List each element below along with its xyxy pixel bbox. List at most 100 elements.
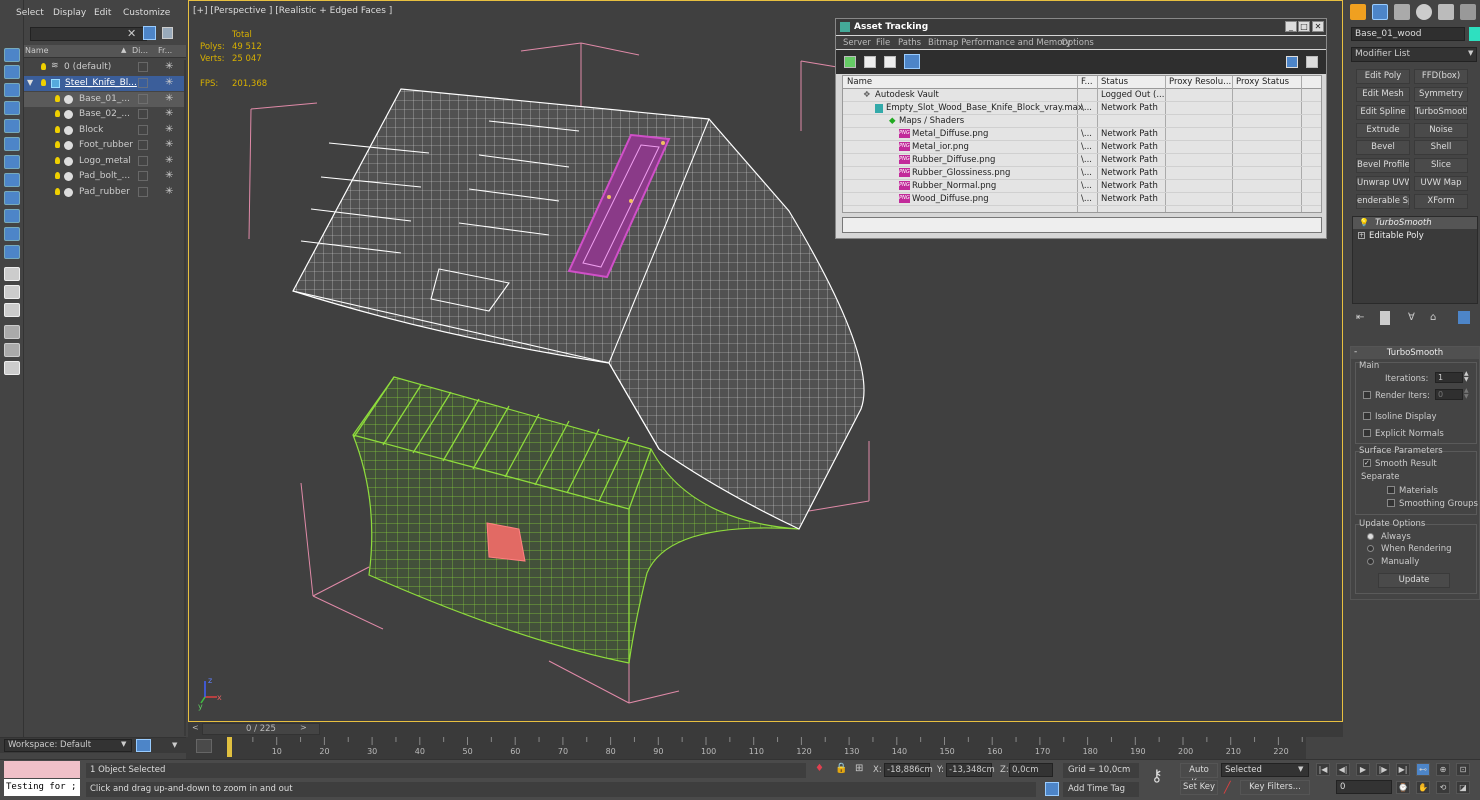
show-end-result-icon[interactable]	[1380, 311, 1390, 325]
update-button[interactable]: Update	[1378, 573, 1450, 588]
manually-radio[interactable]	[1367, 558, 1374, 565]
menu-customize[interactable]: Customize	[123, 8, 170, 18]
display-box-icon[interactable]	[138, 187, 148, 197]
z-coordinate-field[interactable]: 0,0cm	[1009, 763, 1053, 777]
table-view-icon[interactable]	[904, 54, 920, 69]
asset-row[interactable]: PNG Metal_ior.png \... Network Path	[843, 141, 1321, 154]
light-bulb-icon[interactable]	[55, 95, 60, 102]
column-proxy-status[interactable]: Proxy Status	[1236, 77, 1289, 87]
when-rendering-radio[interactable]	[1367, 545, 1374, 552]
column-freeze[interactable]: Fr...	[158, 46, 172, 55]
invert-display-icon[interactable]	[4, 303, 20, 317]
mini-curve-editor-icon[interactable]	[196, 739, 212, 753]
light-bulb-icon[interactable]	[55, 126, 60, 133]
display-box-icon[interactable]	[138, 171, 148, 181]
motion-tab-icon[interactable]	[1416, 4, 1432, 20]
asset-path-field[interactable]	[842, 217, 1322, 233]
track-bar[interactable]: 0102030405060708090100110120130140150160…	[186, 737, 1306, 759]
set-key-button[interactable]: Set Key	[1180, 780, 1218, 795]
object-row[interactable]: Block ✳	[24, 123, 186, 138]
stack-item-turbosmooth[interactable]: TurboSmooth	[1353, 217, 1477, 229]
display-box-icon[interactable]	[138, 78, 148, 88]
close-button[interactable]: ✕	[1312, 21, 1324, 32]
display-box-icon[interactable]	[138, 156, 148, 166]
minimize-button[interactable]: _	[1285, 21, 1297, 32]
object-row[interactable]: Base_01_... ✳	[24, 92, 186, 107]
absolute-mode-icon[interactable]: ⊞	[855, 763, 863, 774]
menu-select[interactable]: Select	[16, 8, 44, 18]
goto-start-icon[interactable]: |◀	[1316, 763, 1330, 776]
asset-row[interactable]: PNG Metal_Diffuse.png \... Network Path	[843, 128, 1321, 141]
display-box-icon[interactable]	[138, 109, 148, 119]
freeze-icon[interactable]: ✳	[165, 155, 173, 166]
extrude-button[interactable]: Extrude	[1356, 123, 1410, 138]
freeze-icon[interactable]: ✳	[165, 124, 173, 135]
column-full-path[interactable]: F...	[1081, 77, 1093, 87]
freeze-icon[interactable]: ✳	[165, 108, 173, 119]
find-icon[interactable]	[4, 343, 20, 357]
modify-tab-icon[interactable]	[1372, 4, 1388, 20]
menu-bitmap-performance[interactable]: Bitmap Performance and Memory	[928, 38, 1071, 48]
clear-search-icon[interactable]: ✕	[127, 27, 136, 40]
freeze-icon[interactable]: ✳	[165, 139, 173, 150]
expand-icon[interactable]: +	[1358, 232, 1365, 239]
renderable-spline-button[interactable]: enderable Splin	[1356, 194, 1410, 209]
configure-sets-icon[interactable]	[1458, 311, 1470, 324]
asset-row[interactable]: ◆ Maps / Shaders	[843, 115, 1321, 128]
column-status[interactable]: Status	[1101, 77, 1128, 87]
time-config-icon[interactable]: ⌚	[1396, 781, 1410, 794]
rollout-title[interactable]: TurboSmooth	[1351, 347, 1479, 359]
x-coordinate-field[interactable]: -18,886cm	[884, 763, 933, 777]
render-iters-checkbox[interactable]	[1363, 391, 1371, 399]
detail-view-icon[interactable]	[884, 56, 896, 68]
column-name[interactable]: Name	[25, 46, 49, 55]
explorer-scrollbar[interactable]	[184, 60, 186, 736]
slice-button[interactable]: Slice	[1414, 158, 1468, 173]
settings-icon[interactable]	[1306, 56, 1318, 68]
bevel-profile-button[interactable]: Bevel Profile	[1356, 158, 1410, 173]
turbosmooth-button[interactable]: TurboSmooth	[1414, 105, 1468, 120]
time-tag-icon[interactable]	[1045, 782, 1059, 796]
menu-options[interactable]: Options	[1061, 38, 1094, 48]
asset-row[interactable]: PNG Rubber_Normal.png \... Network Path	[843, 180, 1321, 193]
display-box-icon[interactable]	[138, 125, 148, 135]
object-name-field[interactable]: Base_01_wood	[1351, 27, 1465, 41]
stack-item-editable-poly[interactable]: Editable Poly	[1353, 230, 1477, 242]
light-bulb-icon[interactable]	[41, 79, 46, 86]
make-unique-icon[interactable]: ∀	[1408, 312, 1415, 323]
render-iters-spinner[interactable]: 0	[1435, 389, 1463, 400]
spinner-arrows-icon[interactable]: ▲ ▼	[1464, 371, 1469, 383]
explicit-normals-checkbox[interactable]	[1363, 429, 1371, 437]
key-filters-button[interactable]: Key Filters...	[1240, 780, 1310, 795]
display-box-icon[interactable]	[138, 140, 148, 150]
isolate-selection-icon[interactable]: ♦	[815, 763, 824, 774]
freeze-icon[interactable]: ✳	[165, 61, 173, 72]
display-none-all-icon[interactable]	[4, 285, 20, 299]
display-spacewarps-icon[interactable]	[4, 173, 20, 187]
y-coordinate-field[interactable]: -13,348cm	[946, 763, 995, 777]
select-icon[interactable]	[4, 48, 20, 62]
key-mode-icon[interactable]: ╱	[1224, 781, 1231, 794]
display-lights-icon[interactable]	[4, 119, 20, 133]
smooth-result-checkbox[interactable]: ✓	[1363, 459, 1371, 467]
display-box-icon[interactable]	[138, 94, 148, 104]
help-icon[interactable]	[1286, 56, 1298, 68]
column-proxy-resolution[interactable]: Proxy Resolu...	[1169, 77, 1231, 87]
display-xrefs-icon[interactable]	[4, 209, 20, 223]
play-icon[interactable]: ▶	[1356, 763, 1370, 776]
menu-paths[interactable]: Paths	[898, 38, 921, 48]
freeze-icon[interactable]: ✳	[165, 77, 173, 88]
create-tab-icon[interactable]	[1350, 4, 1366, 20]
auto-key-button[interactable]: Auto Key	[1180, 763, 1218, 788]
next-frame-arrow-icon[interactable]: >	[300, 723, 307, 732]
object-row[interactable]: Logo_metal ✳	[24, 154, 186, 169]
display-containers-icon[interactable]	[4, 245, 20, 259]
next-key-icon[interactable]: |▶	[1376, 763, 1390, 776]
menu-server[interactable]: Server	[843, 38, 871, 48]
remove-modifier-icon[interactable]: ⌂	[1430, 312, 1436, 323]
modifier-list-dropdown[interactable]: Modifier List	[1351, 47, 1477, 62]
layers-icon[interactable]	[162, 27, 173, 39]
display-cameras-icon[interactable]	[4, 137, 20, 151]
object-row-steel-knife-block[interactable]: ▼ Steel_Knife_Bl... ✳	[24, 76, 186, 91]
display-helpers-icon[interactable]	[4, 155, 20, 169]
